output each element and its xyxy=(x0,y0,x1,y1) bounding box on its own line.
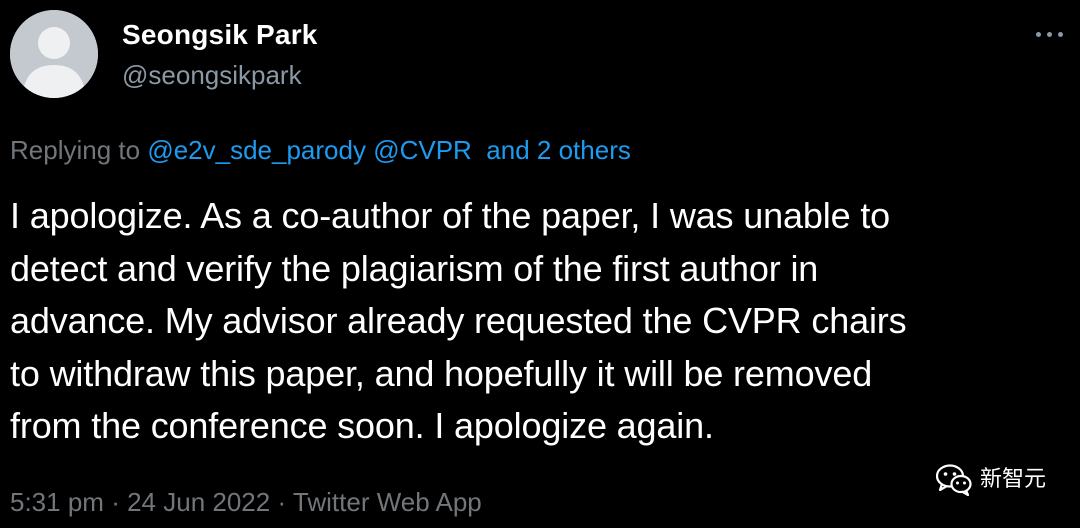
wechat-icon xyxy=(935,464,972,496)
tweet-text-line: to withdraw this paper, and hopefully it… xyxy=(10,352,873,394)
author-display-name[interactable]: Seongsik Park xyxy=(122,18,318,52)
tweet-card: Seongsik Park @seongsikpark Replying to … xyxy=(0,0,1080,528)
meta-separator: · xyxy=(277,487,287,517)
author-handle[interactable]: @seongsikpark xyxy=(122,58,318,92)
watermark: 新智元 xyxy=(935,460,1046,500)
meta-separator: · xyxy=(111,487,120,517)
tweet-text-line: from the conference soon. I apologize ag… xyxy=(10,405,714,446)
tweet-text-line: advance. My advisor already requested th… xyxy=(10,300,907,341)
tweet-text-line: detect and verify the plagiarism of the … xyxy=(10,247,819,289)
tweet-text-line: I apologize. As a co-author of the paper… xyxy=(10,195,891,236)
more-options-icon[interactable] xyxy=(1030,18,1070,52)
tweet-metadata: 5:31 pm · 24 Jun 2022 · Twitter Web App xyxy=(10,484,482,520)
author-info: Seongsik Park @seongsikpark xyxy=(122,18,318,92)
replying-to-others-link[interactable]: and 2 others xyxy=(486,135,631,165)
watermark-text: 新智元 xyxy=(979,467,1046,492)
mention-link-cvpr[interactable]: @CVPR xyxy=(373,135,472,165)
tweet-source[interactable]: Twitter Web App xyxy=(293,487,482,517)
tweet-date[interactable]: 24 Jun 2022 xyxy=(127,487,270,517)
mention-link-e2v[interactable]: @e2v_sde_parody xyxy=(147,135,366,165)
replying-to-line: Replying to @e2v_sde_parody @CVPR and 2 … xyxy=(10,132,631,168)
avatar[interactable] xyxy=(10,10,98,98)
tweet-time[interactable]: 5:31 pm xyxy=(10,487,104,517)
default-user-avatar-icon xyxy=(10,10,98,98)
replying-to-prefix: Replying to xyxy=(10,135,141,165)
tweet-text: I apologize. As a co-author of the paper… xyxy=(10,190,1070,453)
